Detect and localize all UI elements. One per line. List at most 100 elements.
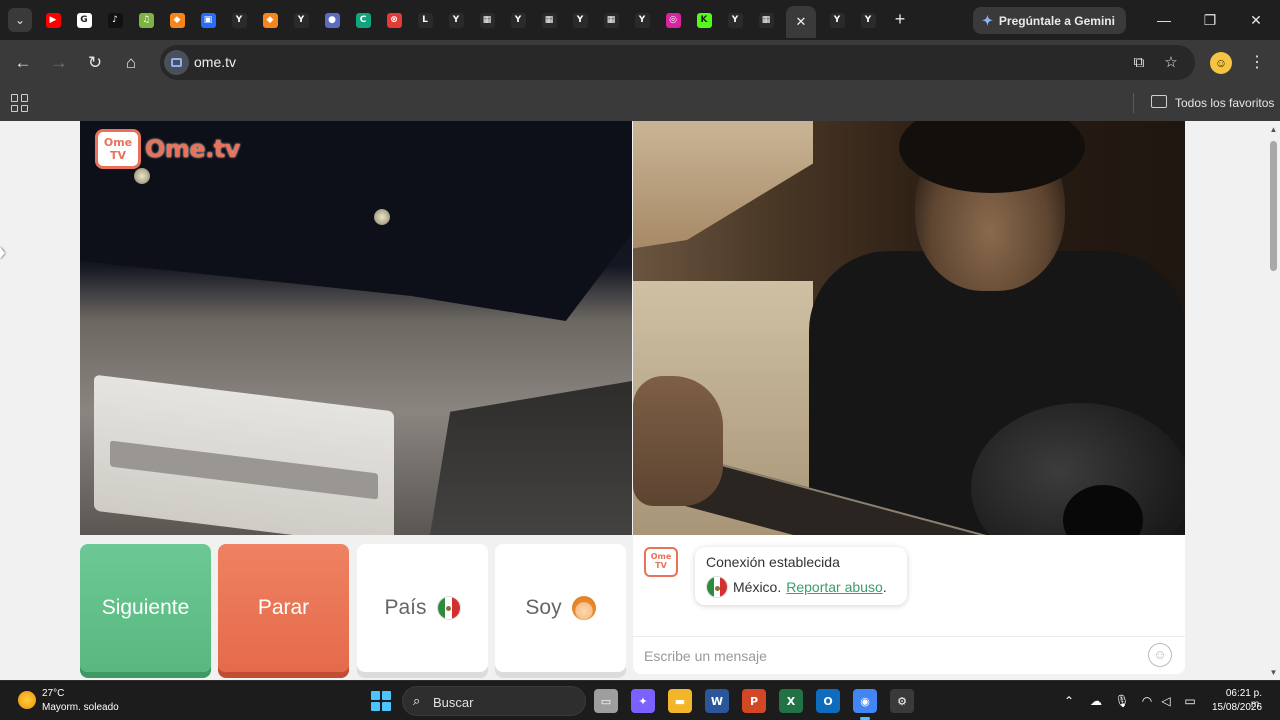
- wifi-icon[interactable]: ◠: [1138, 692, 1156, 710]
- browser-tab[interactable]: ⊗: [381, 8, 407, 32]
- browser-toolbar: ← → ↻ ⌂ ome.tv ⧉ ☆ ☺ ⋮: [0, 40, 1280, 85]
- browser-tab[interactable]: C: [350, 8, 376, 32]
- outlook-icon[interactable]: O: [816, 689, 840, 713]
- all-bookmarks-link[interactable]: Todos los favoritos: [1175, 96, 1274, 110]
- home-button[interactable]: ⌂: [118, 50, 144, 76]
- hand: [633, 376, 723, 506]
- site-info-icon[interactable]: [164, 50, 189, 75]
- new-tab-button[interactable]: +: [888, 8, 912, 32]
- scroll-thumb[interactable]: [1270, 141, 1277, 271]
- profile-avatar[interactable]: ☺: [1210, 52, 1232, 74]
- y-icon: Y: [510, 12, 526, 28]
- browser-tab[interactable]: ▦: [753, 8, 779, 32]
- minimize-button[interactable]: —: [1152, 8, 1176, 32]
- browser-tab[interactable]: Y: [288, 8, 314, 32]
- browser-tab[interactable]: Y: [629, 8, 655, 32]
- chat-divider: [633, 636, 1185, 637]
- y-icon: Y: [293, 12, 309, 28]
- gemini-button[interactable]: ✦ Pregúntale a Gemini: [973, 7, 1126, 34]
- weather-sun-icon[interactable]: [18, 691, 36, 709]
- back-button[interactable]: ←: [10, 50, 36, 76]
- tab-search-button[interactable]: ⌄: [8, 8, 32, 32]
- weather-temperature[interactable]: 27°C: [42, 688, 64, 699]
- microphone-icon[interactable]: 🎙: [1113, 692, 1131, 710]
- ometv-logo[interactable]: Ome TV Ome.tv: [95, 129, 240, 169]
- y-icon: Y: [829, 12, 845, 28]
- close-tab-icon[interactable]: ✕: [796, 14, 807, 30]
- google-icon: G: [76, 12, 92, 28]
- clock-date[interactable]: 15/08/2026: [1212, 702, 1262, 713]
- scroll-up-icon[interactable]: ▲: [1269, 125, 1278, 135]
- browser-tab[interactable]: Y: [824, 8, 850, 32]
- forward-button[interactable]: →: [46, 50, 72, 76]
- weather-description[interactable]: Mayorm. soleado: [42, 702, 119, 713]
- browser-menu-icon[interactable]: ⋮: [1247, 51, 1267, 75]
- battery-icon[interactable]: ▭: [1181, 692, 1199, 710]
- reload-button[interactable]: ↻: [82, 50, 108, 76]
- wall-shelf: [633, 121, 813, 249]
- browser-tab[interactable]: ◎: [660, 8, 686, 32]
- cloud-icon[interactable]: ☁: [1087, 692, 1105, 710]
- browser-tab[interactable]: ●: [319, 8, 345, 32]
- settings-icon[interactable]: ⚙: [890, 689, 914, 713]
- bookmark-star-icon[interactable]: ☆: [1159, 51, 1183, 75]
- browser-tab[interactable]: ▦: [536, 8, 562, 32]
- bookmarks-divider: [1133, 93, 1134, 113]
- browser-tab[interactable]: K: [691, 8, 717, 32]
- block-icon: ⊗: [386, 12, 402, 28]
- excel-icon[interactable]: X: [779, 689, 803, 713]
- ometv-tv-icon: Ome TV: [95, 129, 141, 169]
- system-message: Conexión establecida México. Reportar ab…: [695, 547, 907, 605]
- address-bar[interactable]: ome.tv ⧉ ☆: [160, 45, 1195, 80]
- browser-tab[interactable]: L: [412, 8, 438, 32]
- powerpoint-icon[interactable]: P: [742, 689, 766, 713]
- browser-tab[interactable]: ▣: [195, 8, 221, 32]
- scroll-down-icon[interactable]: ▼: [1269, 668, 1278, 678]
- restore-button[interactable]: ❐: [1198, 8, 1222, 32]
- active-tab[interactable]: ✕: [786, 6, 816, 38]
- taskbar-search[interactable]: ⌕ Buscar: [402, 686, 586, 716]
- windows-start-icon[interactable]: [371, 691, 391, 711]
- volume-icon[interactable]: ◁: [1157, 692, 1175, 710]
- grid-icon: ▦: [479, 12, 495, 28]
- browser-tab[interactable]: Y: [226, 8, 252, 32]
- message-input[interactable]: [644, 646, 1134, 666]
- report-abuse-link[interactable]: Reportar abuso: [786, 579, 883, 595]
- browser-tab[interactable]: ▦: [474, 8, 500, 32]
- browser-tab[interactable]: ◆: [164, 8, 190, 32]
- task-view-icon[interactable]: ▭: [594, 689, 618, 713]
- page-scrollbar[interactable]: ▲ ▼: [1267, 121, 1280, 680]
- tray-overflow-icon[interactable]: ⌃: [1060, 692, 1078, 710]
- close-window-button[interactable]: ✕: [1244, 8, 1268, 32]
- browser-tab[interactable]: G: [71, 8, 97, 32]
- screen: ⌄ ▶G♪♫◆▣Y◆Y●C⊗LY▦Y▦Y▦Y◎KY▦▦ ✕ YY + ✦ Pre…: [0, 0, 1280, 720]
- browser-tab[interactable]: ♫: [133, 8, 159, 32]
- c-icon: C: [355, 12, 371, 28]
- browser-tab[interactable]: ♪: [102, 8, 128, 32]
- grid-icon: ▦: [758, 12, 774, 28]
- copilot-icon[interactable]: ✦: [631, 689, 655, 713]
- stop-button[interactable]: Parar: [218, 544, 349, 672]
- air-conditioner: [94, 374, 394, 535]
- kick-icon: K: [696, 12, 712, 28]
- word-icon[interactable]: W: [705, 689, 729, 713]
- next-button[interactable]: Siguiente: [80, 544, 211, 672]
- browser-tab[interactable]: ▶: [40, 8, 66, 32]
- search-label: Buscar: [433, 695, 474, 710]
- apps-icon[interactable]: [11, 94, 29, 112]
- browser-tab[interactable]: Y: [722, 8, 748, 32]
- emoji-icon[interactable]: ☺: [1148, 643, 1172, 667]
- browser-tab[interactable]: ◆: [257, 8, 283, 32]
- gender-button[interactable]: Soy: [495, 544, 626, 672]
- browser-tab[interactable]: Y: [505, 8, 531, 32]
- install-app-icon[interactable]: ⧉: [1127, 51, 1151, 75]
- chrome-icon[interactable]: ◉: [853, 689, 877, 720]
- file-explorer-icon[interactable]: ▬: [668, 689, 692, 713]
- browser-tab[interactable]: Y: [443, 8, 469, 32]
- browser-tab[interactable]: ▦: [598, 8, 624, 32]
- search-icon: ⌕: [413, 693, 421, 708]
- browser-tab[interactable]: Y: [855, 8, 881, 32]
- browser-tab[interactable]: Y: [567, 8, 593, 32]
- mexico-flag-icon: [436, 596, 461, 620]
- country-button[interactable]: País: [357, 544, 488, 672]
